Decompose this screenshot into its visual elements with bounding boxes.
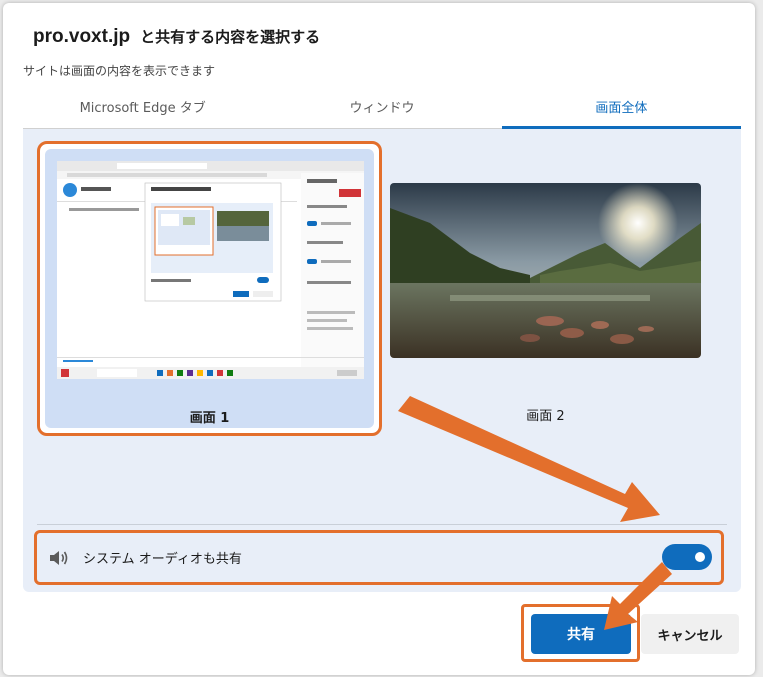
share-button[interactable]: 共有 (531, 614, 631, 654)
title-text: と共有する内容を選択する (140, 28, 321, 46)
share-system-audio-toggle[interactable] (662, 544, 712, 570)
share-system-audio-label: システム オーディオも共有 (83, 552, 242, 567)
screen-2-label: 画面 2 (526, 409, 565, 424)
screen-2-preview-image (390, 183, 701, 358)
screen-1-thumbnail (57, 161, 364, 379)
screen-1-label: 画面 1 (189, 411, 230, 426)
dialog-title: pro.voxt.jp と共有する内容を選択する (33, 26, 320, 52)
toggle-knob (695, 552, 705, 562)
screen-1-preview-image (57, 161, 364, 379)
share-dialog: pro.voxt.jp と共有する内容を選択する サイトは画面の内容を表示できま… (3, 3, 755, 675)
tab-window[interactable]: ウィンドウ (262, 93, 501, 128)
dialog-subtitle: サイトは画面の内容を表示できます (23, 64, 216, 78)
tab-entire-screen[interactable]: 画面全体 (501, 93, 742, 129)
tab-edge-tabs[interactable]: Microsoft Edge タブ (23, 93, 262, 128)
share-button-highlight: 共有 (521, 604, 640, 662)
screen-option-1-selected-bg: 画面 1 (45, 149, 374, 428)
site-name: pro.voxt.jp (33, 26, 131, 47)
screen-picker: 画面 1 画面 2 システム オーディオも共有 (23, 129, 741, 592)
screen-option-1[interactable]: 画面 1 (37, 141, 382, 436)
share-system-audio-row: システム オーディオも共有 (34, 530, 724, 585)
speaker-icon (50, 550, 68, 565)
divider (37, 524, 727, 525)
cancel-button[interactable]: キャンセル (641, 614, 739, 654)
screen-option-2[interactable] (390, 183, 701, 358)
source-tabs: Microsoft Edge タブ ウィンドウ 画面全体 (23, 93, 742, 129)
